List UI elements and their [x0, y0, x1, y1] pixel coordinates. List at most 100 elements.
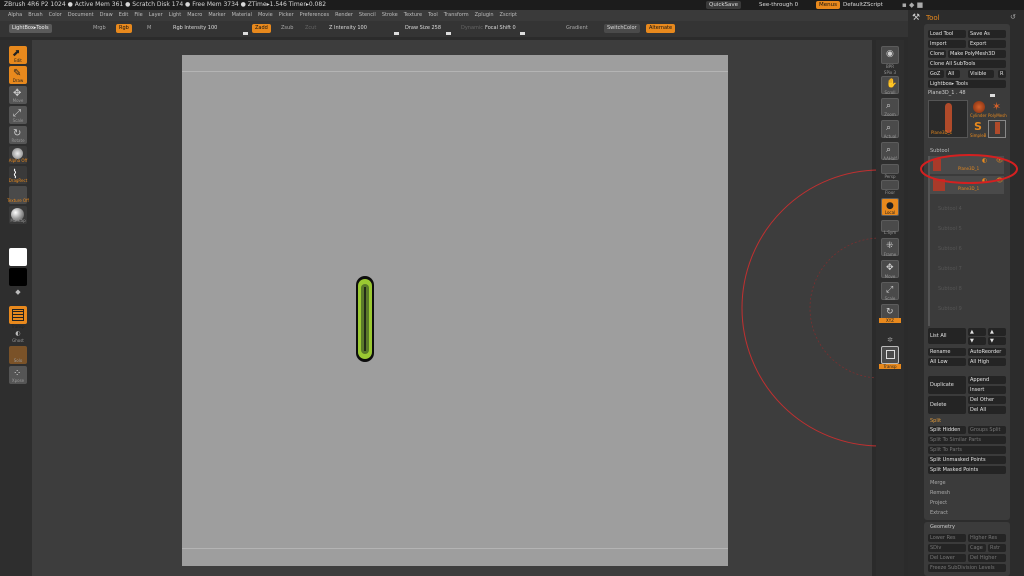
simplebrush-thumbnail[interactable]: S SimpleB	[970, 120, 988, 138]
visible-button[interactable]: Visible	[968, 70, 994, 78]
list-all-button[interactable]: List All	[928, 328, 966, 344]
zsub-button[interactable]: Zsub	[278, 24, 296, 33]
cylinder-thumbnail[interactable]: Cylinder	[970, 100, 988, 118]
z-intensity-slider[interactable]: Z Intensity 100	[326, 24, 370, 33]
import-button[interactable]: Import	[928, 40, 966, 48]
mrgb-button[interactable]: Mrgb	[90, 24, 109, 33]
menu-stroke[interactable]: Stroke	[382, 12, 398, 18]
export-button[interactable]: Export	[968, 40, 1006, 48]
draw-size-knob[interactable]	[446, 32, 451, 35]
plane-thumbnail-small[interactable]	[988, 120, 1006, 138]
tool-panel-title[interactable]: Tool	[926, 14, 940, 22]
menu-marker[interactable]: Marker	[208, 12, 225, 18]
line-fill-icon[interactable]: ✲	[879, 336, 901, 344]
menu-brush[interactable]: Brush	[28, 12, 42, 18]
higher-res-button[interactable]: Higher Res	[968, 534, 1006, 542]
menu-file[interactable]: File	[134, 12, 142, 18]
zcut-button[interactable]: Zcut	[302, 24, 319, 33]
main-color-swatch[interactable]	[9, 248, 27, 266]
move-up-button[interactable]: ▲	[988, 328, 1006, 336]
groups-split-button[interactable]: Groups Split	[968, 426, 1006, 434]
menu-stencil[interactable]: Stencil	[359, 12, 376, 18]
menu-picker[interactable]: Picker	[279, 12, 294, 18]
quicksave-button[interactable]: QuickSave	[706, 1, 742, 9]
append-button[interactable]: Append	[968, 376, 1006, 384]
rgb-intensity-knob[interactable]	[243, 32, 248, 35]
menu-macro[interactable]: Macro	[187, 12, 202, 18]
clone-all-subtools-button[interactable]: Clone All SubTools	[928, 60, 1006, 68]
sdiv-slider[interactable]: SDiv	[928, 544, 966, 552]
focal-shift-knob[interactable]	[520, 32, 525, 35]
alternate-button[interactable]: Alternate	[646, 24, 676, 33]
menu-zscript[interactable]: Zscript	[500, 12, 517, 18]
goz-button[interactable]: GoZ	[928, 70, 944, 78]
secondary-color-swatch[interactable]	[9, 268, 27, 286]
all-high-button[interactable]: All High	[968, 358, 1006, 366]
menu-draw[interactable]: Draw	[100, 12, 113, 18]
draw-size-slider[interactable]: Draw Size 258	[402, 24, 444, 33]
load-tool-button[interactable]: Load Tool	[928, 30, 966, 38]
m-button[interactable]: M	[144, 24, 154, 33]
default-zscript-button[interactable]: DefaultZScript	[840, 1, 886, 9]
plane-mesh-stroke[interactable]	[352, 273, 382, 367]
zadd-button[interactable]: Zadd	[252, 24, 271, 33]
autoreorder-button[interactable]: AutoReorder	[968, 348, 1006, 356]
rgb-intensity-slider[interactable]: Rgb Intensity 100	[170, 24, 220, 33]
current-tool-slider[interactable]: Plane3D_1 . 48	[928, 90, 966, 96]
menu-edit[interactable]: Edit	[119, 12, 129, 18]
move-down-arrow-icon[interactable]: ▼	[968, 337, 986, 345]
z-intensity-knob[interactable]	[394, 32, 399, 35]
r-button[interactable]: R	[998, 70, 1006, 78]
window-controls[interactable]: ▪ ◆ ■	[902, 1, 923, 9]
menu-alpha[interactable]: Alpha	[8, 12, 22, 18]
current-tool-knob[interactable]	[990, 94, 995, 97]
polyf-button[interactable]	[881, 346, 899, 364]
rstr-button[interactable]: Rstr	[988, 544, 1006, 552]
merge-section[interactable]: Merge	[930, 480, 946, 486]
menu-light[interactable]: Light	[169, 12, 181, 18]
del-all-button[interactable]: Del All	[968, 406, 1006, 414]
menu-material[interactable]: Material	[232, 12, 252, 18]
geometry-header[interactable]: Geometry	[930, 524, 955, 530]
switchcolor-icon[interactable]: ◆	[5, 288, 31, 296]
all-button[interactable]: All	[946, 70, 960, 78]
split-masked-button[interactable]: Split Masked Points	[928, 466, 1006, 474]
move-up-arrow-icon[interactable]: ▲	[968, 328, 986, 336]
remesh-section[interactable]: Remesh	[930, 490, 950, 496]
active-tool-thumbnail[interactable]: Plane3D_1	[928, 100, 968, 138]
switchcolor-button[interactable]: SwitchColor	[604, 24, 640, 33]
transp-button[interactable]	[9, 306, 27, 324]
ghost-icon[interactable]: ◐	[5, 330, 31, 337]
lower-res-button[interactable]: Lower Res	[928, 534, 966, 542]
project-section[interactable]: Project	[930, 500, 947, 506]
bpr-button[interactable]: ◉	[881, 46, 899, 64]
lightbox-tools-button[interactable]: LightBox▸Tools	[9, 24, 52, 33]
document-canvas[interactable]	[182, 55, 728, 566]
menu-render[interactable]: Render	[335, 12, 353, 18]
menu-transform[interactable]: Transform	[444, 12, 469, 18]
menu-document[interactable]: Document	[68, 12, 94, 18]
floor-button[interactable]	[881, 180, 899, 190]
save-as-button[interactable]: Save As	[968, 30, 1006, 38]
rgb-button[interactable]: Rgb	[116, 24, 132, 33]
delete-button[interactable]: Delete	[928, 396, 966, 414]
menu-zplugin[interactable]: Zplugin	[475, 12, 494, 18]
rename-button[interactable]: Rename	[928, 348, 966, 356]
gradient-button[interactable]: Gradient	[563, 24, 591, 33]
menu-movie[interactable]: Movie	[258, 12, 273, 18]
spix-label[interactable]: SPix 3	[879, 70, 901, 75]
menu-color[interactable]: Color	[49, 12, 62, 18]
split-similar-parts-button[interactable]: Split To Similar Parts	[928, 436, 1006, 444]
split-section-header[interactable]: Split	[930, 418, 941, 424]
clone-button[interactable]: Clone	[928, 50, 946, 58]
menu-layer[interactable]: Layer	[149, 12, 163, 18]
freeze-subdivision-button[interactable]: Freeze SubDivision Levels	[928, 564, 1006, 572]
split-hidden-button[interactable]: Split Hidden	[928, 426, 966, 434]
del-higher-button[interactable]: Del Higher	[968, 554, 1006, 562]
focal-shift-slider[interactable]: Focal Shift 0	[482, 24, 519, 33]
split-parts-button[interactable]: Split To Parts	[928, 446, 1006, 454]
cage-button[interactable]: Cage	[968, 544, 986, 552]
menus-button[interactable]: Menus	[816, 1, 840, 9]
duplicate-button[interactable]: Duplicate	[928, 376, 966, 394]
split-unmasked-button[interactable]: Split Unmasked Points	[928, 456, 1006, 464]
